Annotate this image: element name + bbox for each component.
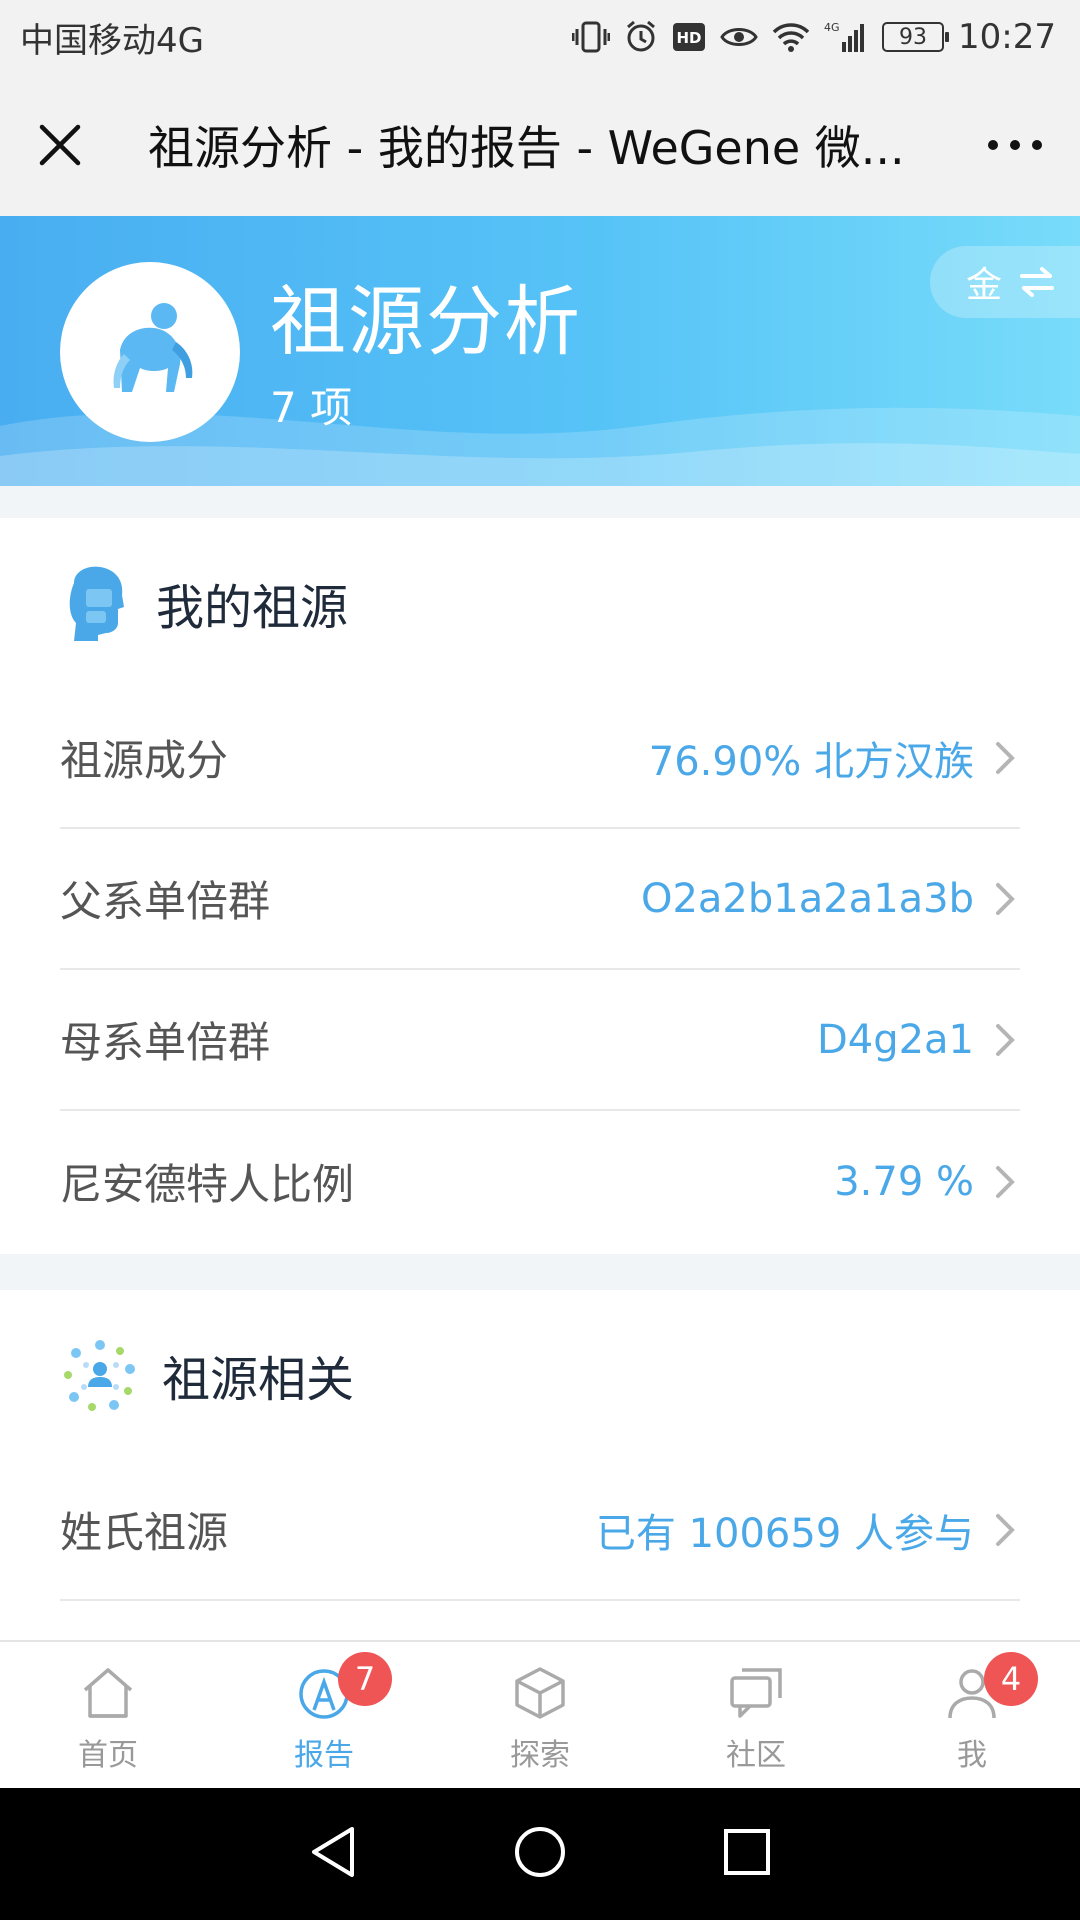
network-people-icon	[64, 1340, 135, 1411]
banner-title: 祖源分析	[270, 277, 582, 366]
svg-text:HD: HD	[677, 29, 702, 47]
row-value: O2a2b1a2a1a3b	[640, 875, 974, 922]
chevron-right-icon	[990, 882, 1020, 916]
row-ancestry-composition[interactable]: 祖源成分 76.90% 北方汉族	[60, 688, 1020, 829]
tab-report[interactable]: 报告 7	[216, 1642, 432, 1788]
recents-button[interactable]	[722, 1827, 772, 1881]
swap-icon	[1020, 267, 1055, 297]
gold-switch-label: 金	[966, 265, 1003, 306]
chevron-right-icon	[990, 1023, 1020, 1057]
back-button[interactable]	[308, 1825, 358, 1883]
row-label: 尼安德特人比例	[60, 1160, 355, 1209]
tab-label: 社区	[726, 1738, 786, 1773]
bottom-tab-bar: 首页 报告 7 探索 社区 我 4	[0, 1640, 1080, 1788]
svg-text:4G: 4G	[824, 21, 840, 34]
tab-label: 我	[957, 1738, 987, 1773]
tab-home[interactable]: 首页	[0, 1642, 216, 1788]
item-count: 7 项	[270, 383, 353, 432]
wifi-icon	[772, 21, 810, 53]
home-button[interactable]	[513, 1825, 567, 1883]
status-bar: 中国移动4G HD 4G 93 10:27	[0, 0, 1080, 74]
row-label: 姓氏祖源	[60, 1508, 229, 1557]
chat-icon	[730, 1668, 782, 1718]
close-icon	[39, 124, 81, 166]
more-icon	[988, 140, 1042, 150]
signal-icon: 4G	[824, 20, 868, 54]
row-value: D4g2a1	[816, 1016, 974, 1063]
row-label: 祖源成分	[60, 736, 229, 785]
carrier-label: 中国移动4G	[20, 20, 204, 61]
back-triangle-icon	[311, 1827, 354, 1877]
hd-icon: HD	[672, 22, 706, 52]
row-neanderthal-ratio[interactable]: 尼安德特人比例 3.79 %	[60, 1111, 1020, 1252]
my-ancestry-header: 我的祖源	[0, 518, 1080, 688]
tab-community[interactable]: 社区	[648, 1642, 864, 1788]
row-paternal-haplogroup[interactable]: 父系单倍群 O2a2b1a2a1a3b	[60, 829, 1020, 970]
head-profile-icon	[69, 566, 124, 641]
tab-me[interactable]: 我 4	[864, 1642, 1080, 1788]
close-button[interactable]	[30, 115, 90, 175]
chevron-right-icon	[990, 1513, 1020, 1547]
battery-level: 93	[899, 24, 928, 50]
eye-icon	[720, 22, 758, 52]
tab-label: 报告	[294, 1738, 354, 1773]
tab-explore[interactable]: 探索	[432, 1642, 648, 1788]
status-icons: HD 4G 93 10:27	[572, 17, 1056, 57]
ancestry-related-header: 祖源相关	[0, 1290, 1080, 1460]
more-button[interactable]	[980, 115, 1050, 175]
cube-icon	[515, 1667, 565, 1719]
system-nav-bar	[0, 1788, 1080, 1920]
tab-label: 首页	[78, 1738, 138, 1773]
home-circle-icon	[514, 1827, 565, 1877]
alarm-icon	[624, 20, 658, 54]
section-title: 我的祖源	[156, 580, 349, 636]
chevron-right-icon	[990, 1165, 1020, 1199]
row-value: 76.90% 北方汉族	[648, 738, 974, 785]
battery-icon: 93	[882, 22, 950, 52]
row-value: 已有 100659 人参与	[595, 1510, 974, 1557]
row-surname-ancestry[interactable]: 姓氏祖源 已有 100659 人参与	[60, 1460, 1020, 1601]
row-maternal-haplogroup[interactable]: 母系单倍群 D4g2a1	[60, 970, 1020, 1111]
home-icon	[83, 1668, 133, 1718]
section-title: 祖源相关	[162, 1352, 355, 1408]
header-banner: 祖源分析 7 项 金	[0, 216, 1080, 486]
recents-square-icon	[724, 1829, 771, 1875]
tab-label: 探索	[510, 1738, 570, 1773]
top-nav: 祖源分析 - 我的报告 - WeGene 微...	[0, 74, 1080, 216]
clock: 10:27	[958, 17, 1056, 57]
vibrate-icon	[572, 20, 611, 54]
me-badge: 4	[984, 1652, 1038, 1706]
report-badge: 7	[338, 1652, 392, 1706]
gold-switch-button[interactable]: 金	[930, 246, 1080, 318]
row-label: 父系单倍群	[60, 877, 271, 926]
row-label: 母系单倍群	[60, 1018, 271, 1067]
ape-icon	[113, 303, 193, 392]
ancestry-avatar	[60, 262, 240, 442]
chevron-right-icon	[990, 741, 1020, 775]
my-ancestry-card: 我的祖源 祖源成分 76.90% 北方汉族 父系单倍群 O2a2b1a2a1a3…	[0, 518, 1080, 1254]
ancestry-related-card: 祖源相关 姓氏祖源 已有 100659 人参与	[0, 1290, 1080, 1640]
page-title: 祖源分析 - 我的报告 - WeGene 微...	[148, 121, 905, 175]
row-value: 3.79 %	[834, 1158, 974, 1205]
